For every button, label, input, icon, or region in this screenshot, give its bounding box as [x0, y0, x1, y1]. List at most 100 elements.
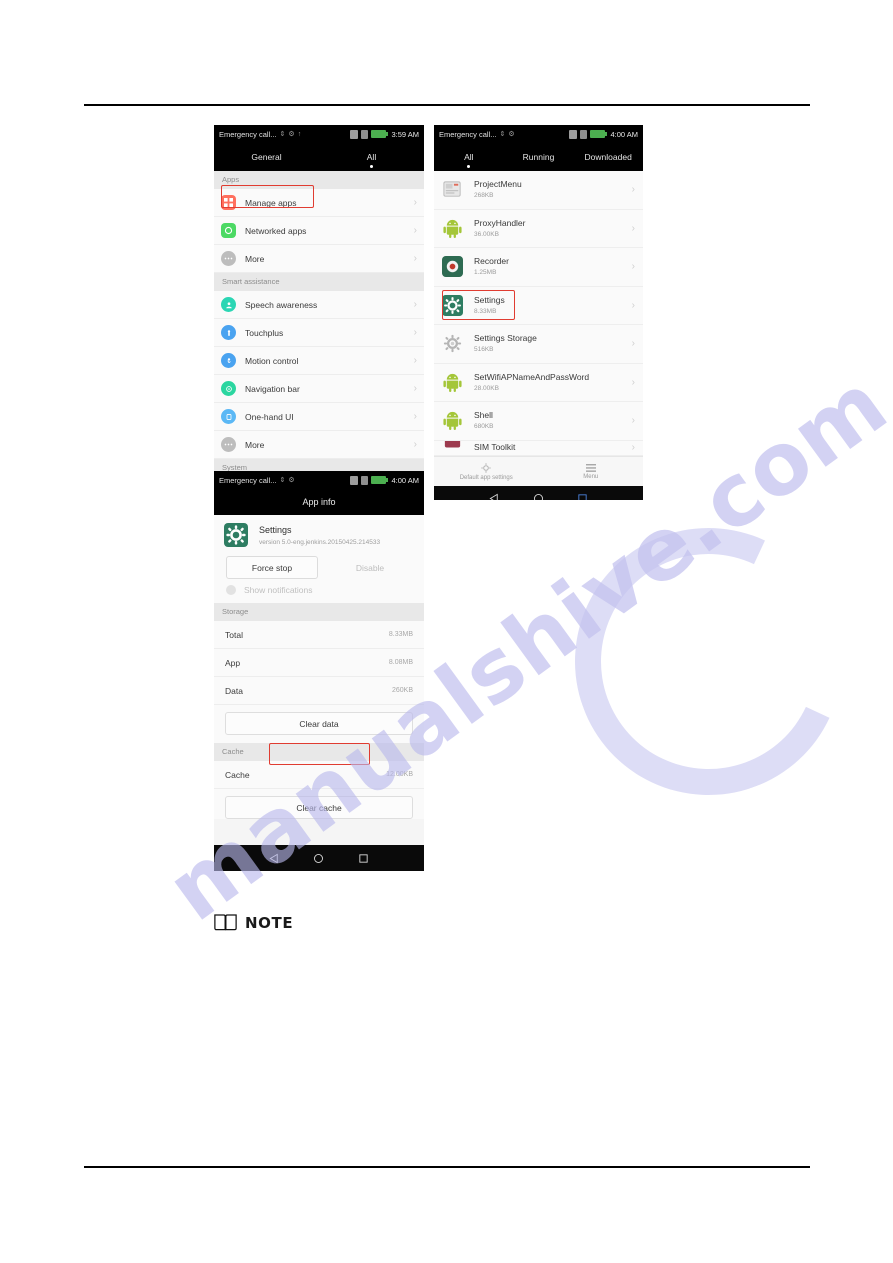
section-header-apps: Apps [214, 171, 424, 189]
app-name: SIM Toolkit [474, 442, 516, 452]
watermark-ring [537, 490, 880, 833]
sd-card-icon [350, 129, 359, 139]
chevron-right-icon: › [631, 415, 635, 427]
default-app-settings-button[interactable]: Default app settings [434, 462, 539, 481]
android-icon [442, 410, 463, 431]
storage-row-data: Data 260KB [214, 677, 424, 705]
chevron-right-icon: › [413, 327, 417, 338]
navigation-bar-icon [221, 381, 236, 396]
list-item-label: One-hand UI [245, 411, 294, 422]
force-stop-button[interactable]: Force stop [226, 556, 318, 579]
status-bar: Emergency call... ⇕ ⚙ 4:00 AM [214, 471, 424, 489]
menu-button[interactable]: Menu [539, 463, 644, 480]
settings-tabs: General All [214, 143, 424, 171]
chevron-right-icon: › [631, 299, 635, 311]
tab-downloaded-label: Downloaded [584, 152, 632, 162]
list-item-speech-awareness[interactable]: Speech awareness › [214, 291, 424, 319]
chevron-right-icon: › [413, 299, 417, 310]
list-item-recorder[interactable]: Recorder 1.25MB › [434, 248, 643, 287]
app-name: Shell [474, 410, 493, 421]
motion-control-icon [221, 353, 236, 368]
list-item-settings-storage[interactable]: Settings Storage 516KB › [434, 325, 643, 364]
android-nav-bar [214, 845, 424, 871]
usb-icon: ⇕ [279, 131, 286, 138]
home-icon [314, 853, 324, 863]
clear-data-button[interactable]: Clear data [225, 712, 413, 735]
home-icon [533, 494, 543, 500]
section-header-storage: Storage [214, 603, 424, 621]
chevron-right-icon: › [413, 355, 417, 366]
list-item-setwifiapnameandpassword[interactable]: SetWifiAPNameAndPassWord 28.00KB › [434, 363, 643, 402]
clear-data-wrap: Clear data [214, 705, 424, 743]
app-size: 8.33MB [474, 307, 497, 315]
chevron-right-icon: › [631, 261, 635, 273]
tab-downloaded[interactable]: Downloaded [573, 143, 643, 171]
list-item-label: Motion control [245, 355, 299, 366]
app-size: 28.00KB [474, 384, 499, 392]
app-name: Settings [259, 524, 292, 535]
settings-gear-icon [442, 294, 463, 316]
show-notifications-label: Show notifications [244, 585, 313, 595]
tab-running[interactable]: Running [504, 143, 574, 171]
tab-all[interactable]: All [319, 143, 424, 171]
chevron-right-icon: › [413, 253, 417, 264]
list-item-label: Navigation bar [245, 383, 300, 394]
tab-all-label: All [366, 152, 377, 162]
more-icon [221, 437, 236, 452]
footer-rule [84, 1166, 810, 1168]
clear-cache-button[interactable]: Clear cache [225, 796, 413, 819]
list-item-sim-toolkit[interactable]: SIM Toolkit › [434, 440, 643, 456]
sim-icon [580, 129, 588, 139]
clear-cache-wrap: Clear cache [214, 789, 424, 819]
list-item-one-hand-ui[interactable]: One-hand UI › [214, 403, 424, 431]
list-item-more-smart[interactable]: More › [214, 431, 424, 459]
section-header-smart-assistance: Smart assistance [214, 273, 424, 291]
list-item-navigation-bar[interactable]: Navigation bar › [214, 375, 424, 403]
list-item-more-apps[interactable]: More › [214, 245, 424, 273]
list-item-proxyhandler[interactable]: ProxyHandler 36.00KB › [434, 209, 643, 248]
cache-key: Cache [225, 769, 250, 780]
battery-icon [371, 476, 389, 484]
carrier-label: Emergency call... [219, 129, 277, 139]
list-item-label: More [245, 439, 265, 450]
settings-storage-icon [442, 333, 463, 354]
tab-general-label: General [251, 152, 282, 162]
battery-icon [590, 130, 608, 138]
app-name: Recorder [474, 256, 509, 267]
list-item-label: Speech awareness [245, 299, 318, 310]
manage-apps-icon [221, 195, 236, 210]
chevron-right-icon: › [413, 383, 417, 394]
list-item-networked-apps[interactable]: Networked apps › [214, 217, 424, 245]
show-notifications-row[interactable]: Show notifications [214, 585, 424, 603]
storage-row-app: App 8.08MB [214, 649, 424, 677]
list-item-motion-control[interactable]: Motion control › [214, 347, 424, 375]
recents-icon [359, 853, 368, 863]
list-item-touchplus[interactable]: Touchplus › [214, 319, 424, 347]
list-item-shell[interactable]: Shell 680KB › [434, 402, 643, 441]
app-size: 36.00KB [474, 230, 499, 238]
tab-all[interactable]: All [434, 143, 504, 171]
debug-icon: ⚙ [508, 131, 515, 138]
tab-running-label: Running [522, 152, 555, 162]
app-name: SetWifiAPNameAndPassWord [474, 371, 590, 382]
storage-value: 260KB [391, 687, 413, 694]
list-item-settings[interactable]: Settings 8.33MB › [434, 286, 643, 325]
checkbox-icon[interactable] [226, 585, 236, 595]
clock-label: 4:00 AM [391, 475, 419, 485]
battery-icon [371, 130, 389, 138]
chevron-right-icon: › [413, 411, 417, 422]
storage-value: 8.33MB [388, 631, 413, 638]
note-block: NOTE [214, 913, 293, 932]
tab-general[interactable]: General [214, 143, 319, 171]
manage-apps-tabs: All Running Downloaded [434, 143, 643, 171]
sim-toolkit-icon [442, 440, 463, 455]
status-bar: Emergency call... ⇕ ⚙ 4:00 AM [434, 125, 643, 143]
list-item-projectmenu[interactable]: ProjectMenu 268KB › [434, 171, 643, 210]
settings-home-screenshot: Emergency call... ⇕ ⚙ ↑ 3:59 AM General … [214, 125, 424, 471]
section-header-system: System [214, 459, 424, 471]
sd-card-icon [569, 129, 578, 139]
menu-label: Menu [583, 473, 599, 480]
app-size: 268KB [474, 192, 494, 200]
list-item-manage-apps[interactable]: Manage apps › [214, 189, 424, 217]
more-icon [221, 251, 236, 266]
